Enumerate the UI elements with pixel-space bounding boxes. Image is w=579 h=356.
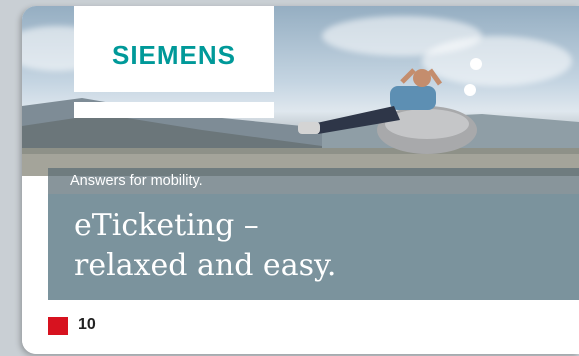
logo-box: SIEMENS: [74, 6, 274, 92]
page-number: 10: [78, 316, 96, 333]
logo-bar: [74, 102, 274, 118]
siemens-logo: SIEMENS: [111, 40, 237, 70]
headline-panel: eTicketing – relaxed and easy.: [48, 194, 579, 300]
tagline-band: Answers for mobility.: [48, 168, 579, 194]
tagline: Answers for mobility.: [70, 173, 203, 189]
page-marker: [48, 317, 68, 335]
headline-line-2: relaxed and easy.: [74, 248, 337, 283]
decorative-dot: [464, 84, 476, 96]
footer: 10: [22, 300, 579, 354]
headline-line-1: eTicketing –: [74, 208, 259, 243]
headline: eTicketing – relaxed and easy.: [74, 206, 336, 286]
decorative-dot: [470, 58, 482, 70]
brochure-card: SIEMENS Answers for mobility. eTicketing…: [22, 6, 579, 354]
